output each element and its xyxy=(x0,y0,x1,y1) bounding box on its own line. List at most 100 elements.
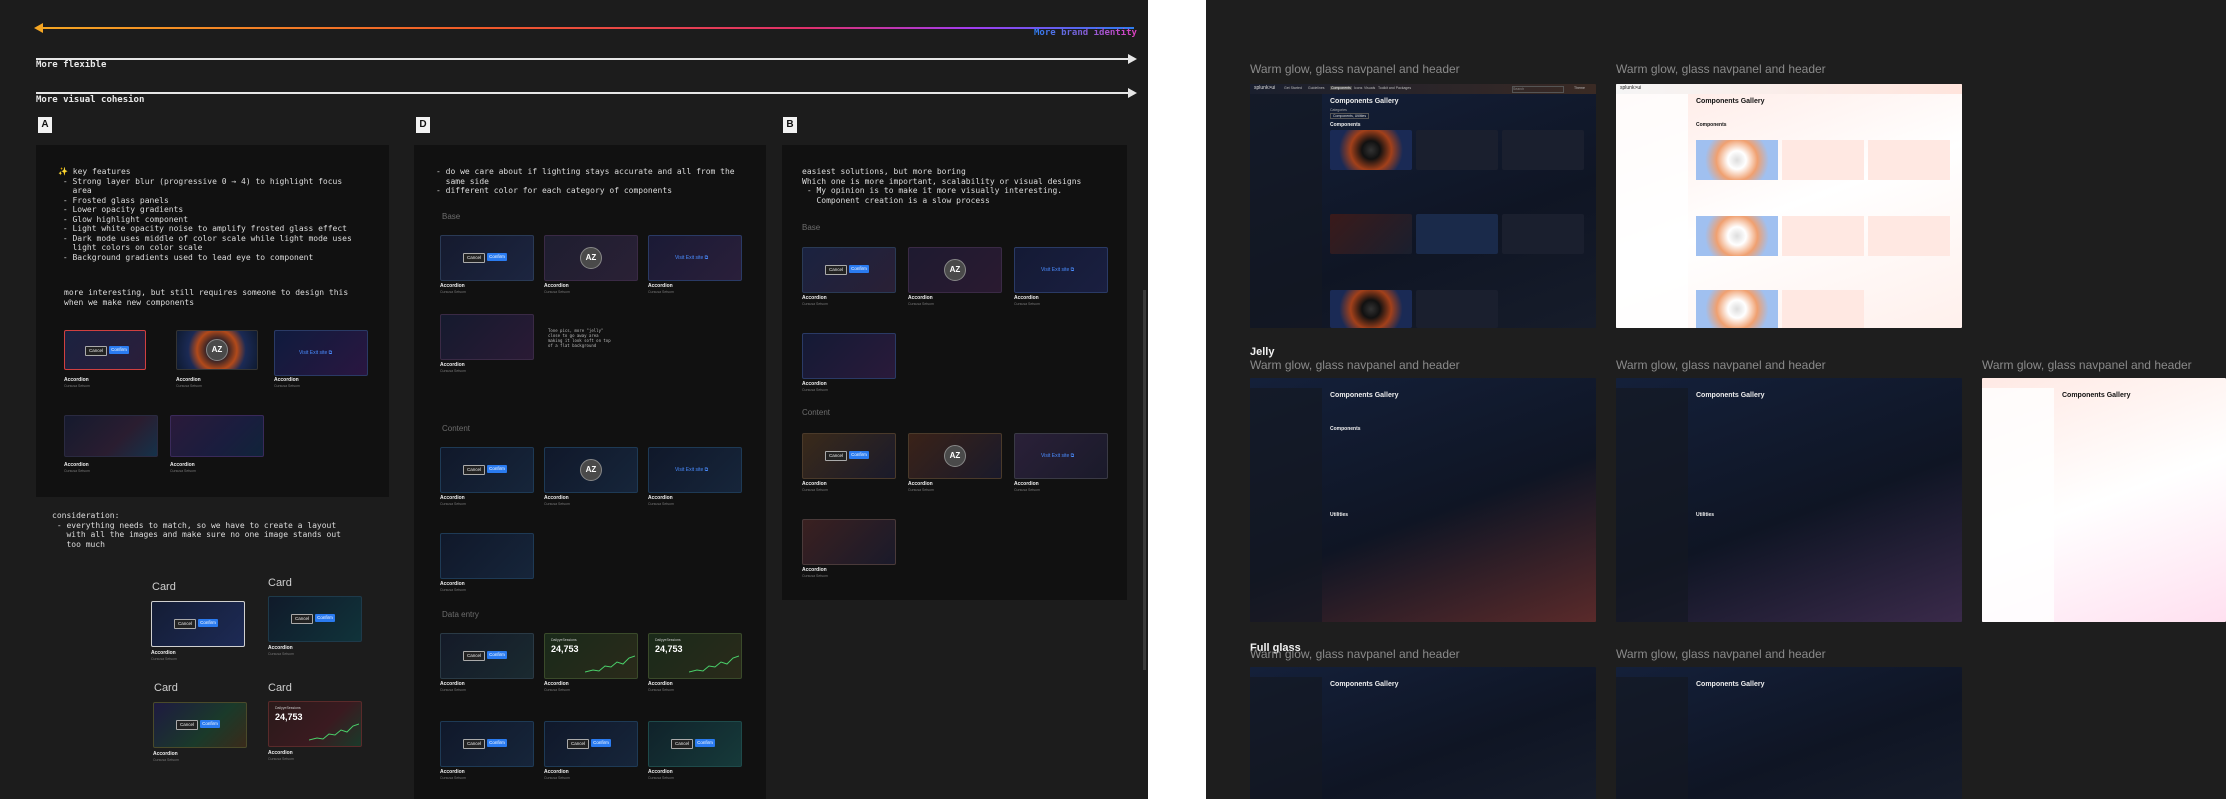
app-screenshot[interactable]: Components Gallery xyxy=(1982,378,2226,622)
nav-item[interactable]: Toolkit and Packages xyxy=(1378,86,1411,90)
cancel-button[interactable]: Cancel xyxy=(463,651,485,661)
app-name: splunk>ui xyxy=(1620,85,1642,91)
app-screenshot[interactable]: Components Gallery Components Utilities xyxy=(1250,378,1596,622)
tile-buttons[interactable]: Cancel Confirm xyxy=(802,433,896,479)
confirm-button[interactable]: Confirm xyxy=(695,739,715,747)
tile-code[interactable] xyxy=(64,415,158,457)
confirm-button[interactable]: Confirm xyxy=(315,614,335,622)
gallery-card[interactable] xyxy=(1696,290,1778,328)
nav-item[interactable]: Guidelines xyxy=(1308,86,1325,90)
gallery-card[interactable] xyxy=(1502,214,1584,254)
tile-code[interactable] xyxy=(802,333,896,379)
cohesion-label: More visual cohesion xyxy=(36,95,145,105)
nav-item[interactable]: Icons xyxy=(1354,86,1362,90)
theme-button[interactable]: Theme xyxy=(1574,86,1585,90)
app-screenshot[interactable]: splunk>ui Components Gallery Components xyxy=(1616,84,1962,328)
confirm-button[interactable]: Confirm xyxy=(487,465,507,473)
gallery-card[interactable] xyxy=(1782,140,1864,180)
tile-link[interactable]: Visit Exit site ⧉ xyxy=(648,447,742,493)
tile-buttons[interactable]: Cancel Confirm xyxy=(544,721,638,767)
tile-title: Accordion xyxy=(544,681,569,687)
visit-site-link[interactable]: Visit Exit site ⧉ xyxy=(1041,453,1074,459)
cancel-button[interactable]: Cancel xyxy=(174,619,196,629)
tile-link[interactable]: Visit Exit site ⧉ xyxy=(274,330,368,376)
tile-avatar[interactable]: AZ xyxy=(544,235,638,281)
app-screenshot[interactable]: Components Gallery xyxy=(1250,667,1596,799)
tile-buttons[interactable]: Cancel Confirm xyxy=(440,447,534,493)
gallery-card[interactable] xyxy=(1696,216,1778,256)
cancel-button[interactable]: Cancel xyxy=(825,265,847,275)
confirm-button[interactable]: Confirm xyxy=(200,720,220,728)
tile-link[interactable]: Visit Exit site ⧉ xyxy=(1014,433,1108,479)
tile-metric[interactable]: DailyyeSessions 24,753 xyxy=(544,633,638,679)
tile-avatar[interactable]: AZ xyxy=(908,433,1002,479)
nav-item[interactable]: Visuals xyxy=(1364,86,1375,90)
confirm-button[interactable]: Confirm xyxy=(849,451,869,459)
tile-buttons[interactable]: Cancel Confirm xyxy=(440,235,534,281)
gallery-card[interactable] xyxy=(1782,290,1864,328)
cancel-button[interactable]: Cancel xyxy=(176,720,198,730)
visit-site-link[interactable]: Visit Exit site ⧉ xyxy=(1041,267,1074,273)
tile-buttons[interactable]: Cancel Confirm xyxy=(440,721,534,767)
cancel-button[interactable]: Cancel xyxy=(463,739,485,749)
gallery-card[interactable] xyxy=(1502,130,1584,170)
app-screenshot[interactable]: Components Gallery xyxy=(1616,667,1962,799)
gallery-card[interactable] xyxy=(1782,216,1864,256)
tile-metric[interactable]: DailyyeSessions 24,753 xyxy=(648,633,742,679)
tile-buttons[interactable]: Cancel Confirm xyxy=(64,330,146,370)
sidebar xyxy=(1250,388,1322,622)
vertical-scrollbar[interactable] xyxy=(1143,290,1146,670)
visit-site-link[interactable]: Visit Exit site ⧉ xyxy=(675,255,708,261)
gallery-card[interactable] xyxy=(1696,140,1778,180)
confirm-button[interactable]: Confirm xyxy=(487,651,507,659)
tile-buttons[interactable]: Cancel Confirm xyxy=(648,721,742,767)
categories-select[interactable]: Components, Utilities xyxy=(1330,113,1370,119)
gallery-card[interactable] xyxy=(1330,214,1412,254)
gallery-card[interactable] xyxy=(1330,290,1412,328)
confirm-button[interactable]: Confirm xyxy=(198,619,218,627)
app-screenshot[interactable]: Components Gallery Utilities xyxy=(1616,378,1962,622)
confirm-button[interactable]: Confirm xyxy=(487,253,507,261)
tile-avatar[interactable]: AZ xyxy=(544,447,638,493)
card-tile[interactable]: DailyyeSessions 24,753 xyxy=(268,701,362,747)
cancel-button[interactable]: Cancel xyxy=(85,346,107,356)
gallery-card[interactable] xyxy=(1330,130,1412,170)
gallery-card[interactable] xyxy=(1416,214,1498,254)
card-tile[interactable]: Cancel Confirm xyxy=(268,596,362,642)
section-a-panel: ✨ key features - Strong layer blur (prog… xyxy=(36,145,389,497)
tile-link[interactable]: Visit Exit site ⧉ xyxy=(648,235,742,281)
cancel-button[interactable]: Cancel xyxy=(825,451,847,461)
visit-site-link[interactable]: Visit Exit site ⧉ xyxy=(675,467,708,473)
gallery-card[interactable] xyxy=(1416,290,1498,328)
tile-code[interactable] xyxy=(802,519,896,565)
tile-avatar[interactable]: AZ xyxy=(176,330,258,370)
tile-code[interactable] xyxy=(170,415,264,457)
tile-code[interactable] xyxy=(440,314,534,360)
tile-link[interactable]: Visit Exit site ⧉ xyxy=(1014,247,1108,293)
gallery-card[interactable] xyxy=(1416,130,1498,170)
gallery-card[interactable] xyxy=(1868,216,1950,256)
cancel-button[interactable]: Cancel xyxy=(291,614,313,624)
card-tile[interactable]: Cancel Confirm xyxy=(151,601,245,647)
nav-item[interactable]: Components xyxy=(1330,86,1352,90)
tile-buttons[interactable]: Cancel Confirm xyxy=(802,247,896,293)
visit-site-link[interactable]: Visit Exit site ⧉ xyxy=(299,350,332,356)
cancel-button[interactable]: Cancel xyxy=(671,739,693,749)
search-field[interactable]: Search xyxy=(1512,86,1564,93)
gallery-card[interactable] xyxy=(1868,140,1950,180)
cancel-button[interactable]: Cancel xyxy=(463,253,485,263)
tile-buttons[interactable]: Cancel Confirm xyxy=(440,633,534,679)
confirm-button[interactable]: Confirm xyxy=(849,265,869,273)
cancel-button[interactable]: Cancel xyxy=(463,465,485,475)
tile-title: Accordion xyxy=(544,495,569,501)
app-screenshot[interactable]: splunk>ui Get Started Guidelines Compone… xyxy=(1250,84,1596,328)
page-title: Components Gallery xyxy=(1330,681,1399,688)
tile-avatar[interactable]: AZ xyxy=(908,247,1002,293)
card-tile[interactable]: Cancel Confirm xyxy=(153,702,247,748)
cancel-button[interactable]: Cancel xyxy=(567,739,589,749)
nav-item[interactable]: Get Started xyxy=(1284,86,1302,90)
tile-code[interactable] xyxy=(440,533,534,579)
confirm-button[interactable]: Confirm xyxy=(487,739,507,747)
confirm-button[interactable]: Confirm xyxy=(109,346,129,354)
confirm-button[interactable]: Confirm xyxy=(591,739,611,747)
